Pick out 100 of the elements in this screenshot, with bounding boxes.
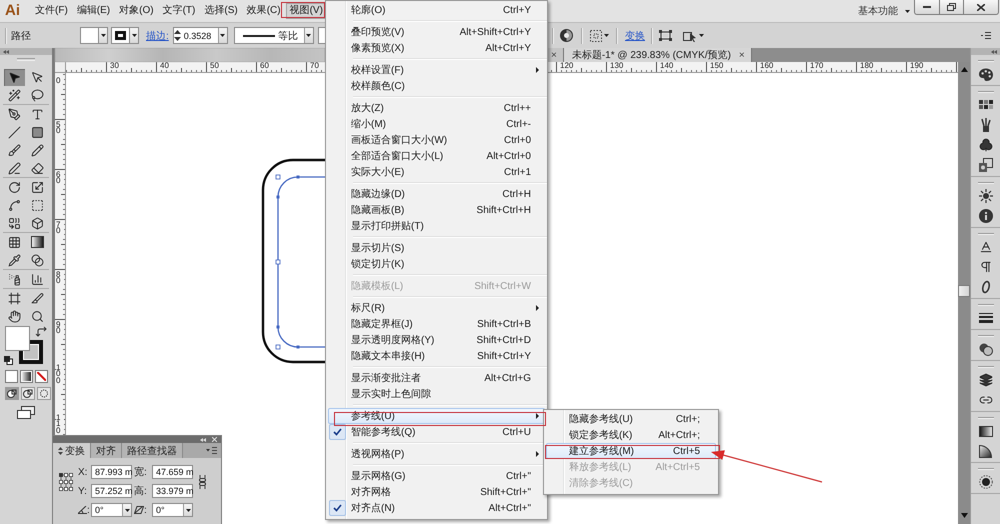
dropdown-button[interactable] — [99, 27, 108, 44]
stroke-weight-field[interactable]: 0.3528 — [172, 27, 228, 44]
pen-nib-icon[interactable] — [8, 108, 21, 120]
arrow-pointer-icon[interactable] — [8, 70, 21, 84]
pencil-line-icon[interactable] — [8, 162, 21, 174]
restore-button[interactable] — [939, 0, 964, 15]
overlapping-circles-icon[interactable] — [978, 342, 992, 356]
scroll-down-arrow-icon[interactable] — [960, 513, 968, 518]
menu-item[interactable]: 隐藏画板(B) Shift+Ctrl+H — [328, 202, 545, 218]
menu-title[interactable]: 编辑(E) — [72, 3, 114, 19]
cube-icon[interactable] — [31, 216, 44, 230]
gradient-square-icon[interactable] — [31, 236, 44, 248]
lasso-icon[interactable] — [31, 88, 44, 102]
pencil-icon[interactable] — [31, 144, 44, 156]
up-down-arrows-icon[interactable] — [58, 446, 63, 454]
magic-wand-icon[interactable] — [8, 88, 21, 102]
menu-item[interactable]: 全部适合窗口大小(L) Alt+Ctrl+0 — [328, 148, 545, 164]
gradient-square-icon[interactable] — [20, 370, 33, 383]
circle-square-icon[interactable] — [5, 387, 19, 400]
menu-title[interactable]: 选择(S) — [200, 3, 242, 19]
menu-item[interactable]: 像素预览(X) Alt+Ctrl+Y — [328, 40, 545, 56]
stroke-profile-field[interactable]: 等比 — [234, 27, 314, 44]
menu-item[interactable]: 放大(Z) Ctrl++ — [328, 100, 545, 116]
menu-item[interactable]: 显示实时上色间隙 — [328, 386, 545, 402]
menu-item[interactable]: 校样设置(F) — [328, 62, 545, 78]
dropdown-button[interactable] — [304, 28, 313, 43]
menu-item[interactable]: 锁定参考线(K) Alt+Ctrl+; — [546, 427, 716, 443]
sun-icon[interactable] — [978, 189, 992, 203]
menu-item[interactable]: 显示打印拼贴(T) — [328, 218, 545, 234]
bounding-box-icon[interactable] — [659, 30, 672, 41]
dropdown-button[interactable] — [183, 504, 192, 516]
menu-title[interactable]: 效果(C) — [242, 3, 285, 19]
menu-item[interactable]: 隐藏边缘(D) Ctrl+H — [328, 186, 545, 202]
menu-item[interactable]: 标尺(R) — [328, 300, 545, 316]
menu-title[interactable]: 文件(F) — [31, 3, 72, 19]
line-weights-icon[interactable] — [978, 313, 992, 323]
circular-arrow-icon[interactable] — [8, 180, 21, 194]
menu-item[interactable]: 叠印预览(V) Alt+Shift+Ctrl+Y — [328, 24, 545, 40]
dropdown-button[interactable] — [218, 28, 227, 43]
selection-handle[interactable] — [276, 260, 280, 264]
document-tab[interactable]: × — [548, 48, 564, 62]
width-field[interactable]: 47.659 m — [152, 465, 193, 479]
dashed-circle-icon[interactable] — [37, 387, 51, 400]
panel-menu-icon[interactable] — [206, 447, 217, 454]
palette-icon[interactable] — [978, 68, 992, 80]
selection-handle[interactable] — [276, 174, 280, 180]
menu-item[interactable]: 智能参考线(Q) Ctrl+U — [328, 424, 545, 440]
overlapping-circles-icon[interactable] — [31, 254, 44, 266]
document-tab[interactable]: 未标题-1* @ 239.83% (CMYK/预览) × — [564, 48, 752, 62]
height-field[interactable]: 33.979 m — [152, 484, 193, 498]
link-icon[interactable] — [198, 474, 206, 488]
hand-icon[interactable] — [8, 310, 21, 322]
menu-item[interactable]: 轮廓(O) Ctrl+Y — [328, 2, 545, 18]
close-icon[interactable] — [212, 437, 217, 442]
eraser-icon[interactable] — [31, 162, 44, 174]
point-grid-icon[interactable] — [58, 472, 72, 490]
overlapping-rectangles-icon[interactable] — [17, 406, 35, 419]
shear-field[interactable]: 0° — [152, 503, 193, 517]
close-button[interactable] — [963, 0, 999, 15]
fill-swatch[interactable] — [80, 27, 99, 44]
menu-title[interactable]: 文字(T) — [158, 3, 200, 19]
panel-menu-icon[interactable] — [981, 32, 991, 40]
double-left-arrow-icon[interactable] — [3, 50, 9, 54]
grid-icon[interactable] — [8, 236, 21, 248]
brush-icon[interactable] — [8, 144, 21, 156]
double-left-arrow-icon[interactable] — [991, 50, 997, 54]
column-chart-icon[interactable] — [31, 272, 44, 286]
scroll-up-arrow-icon[interactable] — [960, 67, 968, 72]
dashed-square-icon[interactable] — [31, 198, 44, 212]
menu-item[interactable]: 隐藏参考线(U) Ctrl+; — [546, 411, 716, 427]
knife-icon[interactable] — [31, 292, 44, 304]
menu-item[interactable]: 对齐点(N) Alt+Ctrl+" — [328, 500, 545, 516]
dropdown-button[interactable] — [130, 27, 139, 44]
panel-tab[interactable]: 对齐 — [91, 443, 122, 458]
square-arrow-icon[interactable] — [31, 180, 44, 194]
square-cursor-icon[interactable] — [683, 30, 697, 42]
tab-close-button[interactable]: × — [738, 50, 745, 60]
letter-a-icon[interactable] — [978, 240, 992, 254]
selection-handle[interactable] — [276, 344, 280, 350]
stroke-link[interactable]: 描边: — [146, 28, 169, 42]
circle-behind-square-icon[interactable] — [21, 387, 35, 400]
double-left-arrow-icon[interactable] — [200, 438, 206, 442]
menu-item[interactable]: 显示渐变批注者 Alt+Ctrl+G — [328, 370, 545, 386]
y-field[interactable]: 57.252 m — [91, 484, 132, 498]
layers-icon[interactable] — [978, 373, 992, 387]
rotate-field[interactable]: 0° — [91, 503, 132, 517]
dotted-square-icon[interactable] — [590, 30, 602, 42]
frame-icon[interactable] — [8, 292, 21, 304]
menu-item[interactable]: 透视网格(P) — [328, 446, 545, 462]
menu-item[interactable]: 隐藏文本串接(H) Shift+Ctrl+Y — [328, 348, 545, 364]
panel-tab[interactable]: 路径查找器 — [122, 443, 183, 458]
letter-t-icon[interactable] — [31, 108, 44, 120]
menu-item[interactable]: 实际大小(E) Ctrl+1 — [328, 164, 545, 180]
outline-arrow-pointer-icon[interactable] — [31, 70, 44, 84]
workspace-switcher[interactable]: 基本功能 — [858, 4, 910, 18]
brush-cup-icon[interactable] — [980, 118, 992, 132]
menu-item[interactable]: 校样颜色(C) — [328, 78, 545, 94]
line-icon[interactable] — [8, 126, 21, 138]
dropdown-field[interactable] — [318, 27, 325, 44]
overlapping-small-squares-icon[interactable] — [4, 356, 13, 365]
